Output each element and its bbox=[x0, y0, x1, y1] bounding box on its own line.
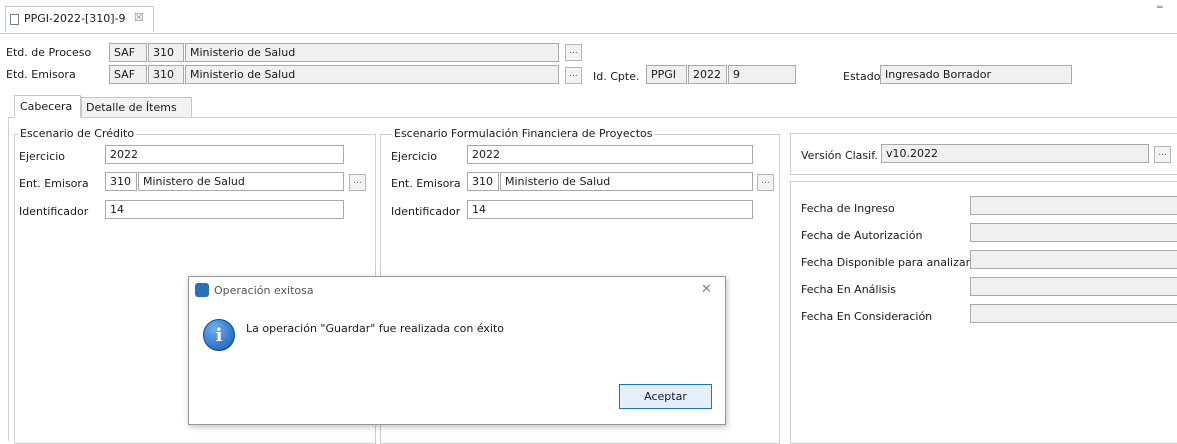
credito-ejercicio-field[interactable]: 2022 bbox=[105, 145, 344, 164]
editor-tab[interactable]: PPGI-2022-[310]-9 ☒ bbox=[5, 6, 154, 32]
aceptar-label: Aceptar bbox=[644, 390, 687, 403]
idcpte-num-field[interactable]: 9 bbox=[728, 65, 796, 84]
emisora-name-field[interactable]: Ministerio de Salud bbox=[185, 65, 559, 84]
formulacion-ident-field[interactable]: 14 bbox=[467, 200, 753, 219]
fecha-consideracion-label: Fecha En Consideración bbox=[801, 310, 933, 323]
credito-ent-name-field[interactable]: Ministero de Salud bbox=[138, 172, 344, 191]
credito-ent-num-field[interactable]: 310 bbox=[105, 172, 137, 191]
minimize-icon[interactable]: ═ bbox=[1157, 3, 1162, 13]
credito-ejercicio-label: Ejercicio bbox=[19, 150, 65, 163]
idcpte-code-field[interactable]: PPGI bbox=[646, 65, 687, 84]
proceso-code-field[interactable]: SAF bbox=[109, 43, 147, 62]
proceso-name-field[interactable]: Ministerio de Salud bbox=[185, 43, 559, 62]
idcpte-year-field[interactable]: 2022 bbox=[688, 65, 727, 84]
tab-cabecera[interactable]: Cabecera bbox=[14, 95, 81, 118]
tab-detalle[interactable]: Detalle de Ítems bbox=[81, 97, 192, 117]
formulacion-ident-label: Identificador bbox=[391, 205, 461, 218]
success-dialog: Operación exitosa ✕ i La operación "Guar… bbox=[188, 276, 726, 425]
emisora-browse-button[interactable]: ... bbox=[565, 67, 582, 84]
formulacion-ejercicio-field[interactable]: 2022 bbox=[467, 145, 753, 164]
fecha-ingreso-field[interactable] bbox=[970, 196, 1177, 215]
credito-ent-label: Ent. Emisora bbox=[19, 177, 89, 190]
fecha-autorizacion-label: Fecha de Autorización bbox=[801, 229, 923, 242]
editor-tab-title: PPGI-2022-[310]-9 bbox=[24, 12, 126, 25]
fecha-ingreso-label: Fecha de Ingreso bbox=[801, 202, 895, 215]
estado-label: Estado bbox=[843, 70, 881, 83]
credito-title: Escenario de Crédito bbox=[18, 127, 137, 140]
credito-ident-label: Identificador bbox=[19, 205, 89, 218]
version-browse-button[interactable]: ... bbox=[1154, 146, 1171, 163]
fecha-autorizacion-field[interactable] bbox=[970, 223, 1177, 242]
fecha-disponible-field[interactable] bbox=[970, 250, 1177, 269]
app-logo-icon bbox=[195, 283, 209, 297]
estado-field[interactable]: Ingresado Borrador bbox=[880, 65, 1072, 84]
info-icon: i bbox=[203, 319, 235, 351]
formulacion-ent-browse-button[interactable]: ... bbox=[757, 174, 774, 191]
fecha-consideracion-field[interactable] bbox=[970, 304, 1177, 323]
credito-ent-browse-button[interactable]: ... bbox=[349, 174, 366, 191]
formulacion-ent-num-field[interactable]: 310 bbox=[467, 172, 499, 191]
formulacion-ejercicio-label: Ejercicio bbox=[391, 150, 437, 163]
version-field[interactable]: v10.2022 bbox=[881, 144, 1149, 163]
fecha-analisis-field[interactable] bbox=[970, 277, 1177, 296]
emisora-label: Etd. Emisora bbox=[6, 68, 76, 81]
proceso-browse-button[interactable]: ... bbox=[565, 44, 582, 61]
formulacion-ent-name-field[interactable]: Ministerio de Salud bbox=[500, 172, 753, 191]
dialog-close-icon[interactable]: ✕ bbox=[701, 282, 712, 297]
dialog-message: La operación "Guardar" fue realizada con… bbox=[246, 322, 505, 335]
fecha-analisis-label: Fecha En Análisis bbox=[801, 283, 897, 296]
emisora-code-field[interactable]: SAF bbox=[109, 65, 147, 84]
version-label: Versión Clasif. bbox=[801, 149, 878, 162]
aceptar-button[interactable]: Aceptar bbox=[619, 384, 712, 409]
document-icon bbox=[10, 14, 19, 25]
tab-detalle-label: Detalle de Ítems bbox=[86, 101, 177, 114]
idcpte-label: Id. Cpte. bbox=[593, 70, 640, 83]
dialog-title: Operación exitosa bbox=[214, 284, 314, 297]
fecha-disponible-label: Fecha Disponible para analizar bbox=[801, 256, 971, 269]
close-icon[interactable]: ☒ bbox=[134, 11, 144, 24]
tab-cabecera-label: Cabecera bbox=[20, 100, 73, 113]
info-glyph: i bbox=[215, 325, 223, 346]
proceso-label: Etd. de Proceso bbox=[6, 46, 92, 59]
proceso-num-field[interactable]: 310 bbox=[148, 43, 184, 62]
emisora-num-field[interactable]: 310 bbox=[148, 65, 184, 84]
credito-ident-field[interactable]: 14 bbox=[105, 200, 344, 219]
editor-tab-bar bbox=[0, 0, 1177, 34]
formulacion-ent-label: Ent. Emisora bbox=[391, 177, 461, 190]
formulacion-title: Escenario Formulación Financiera de Proy… bbox=[392, 127, 655, 140]
dialog-title-bar: Operación exitosa ✕ bbox=[189, 277, 725, 305]
